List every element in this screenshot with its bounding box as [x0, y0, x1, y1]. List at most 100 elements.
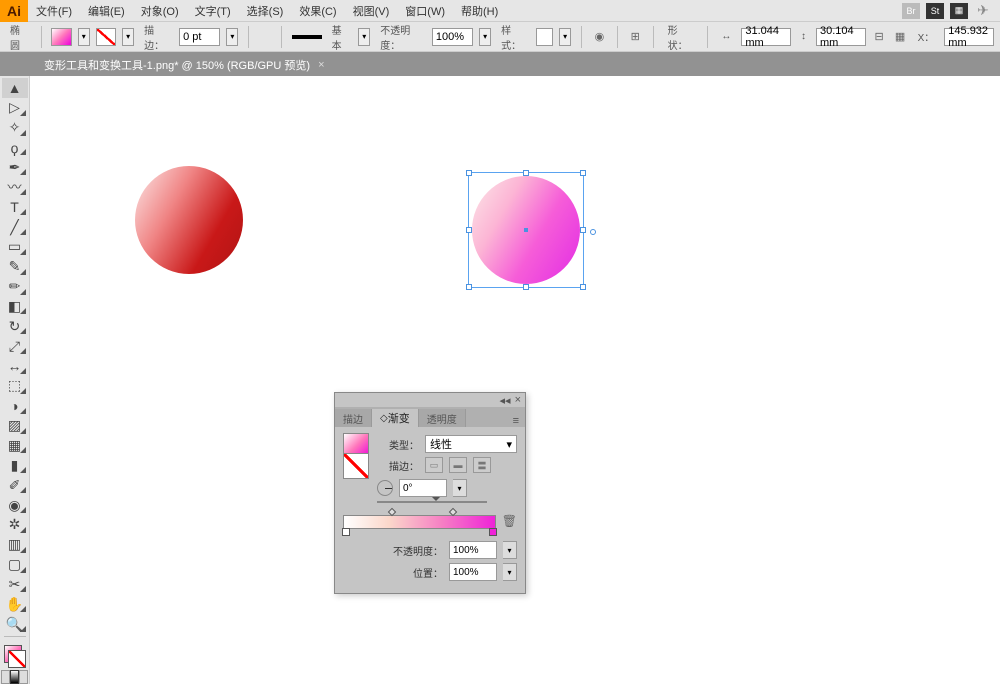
- menu-view[interactable]: 视图(V): [345, 3, 398, 19]
- line-tool[interactable]: ╱: [2, 217, 28, 237]
- document-tab[interactable]: 变形工具和变换工具-1.png* @ 150% (RGB/GPU 预览) ×: [34, 54, 335, 76]
- panel-tab-stroke[interactable]: 描边: [335, 409, 372, 427]
- panel-collapse-icon[interactable]: ◂◂: [500, 394, 511, 407]
- menu-effect[interactable]: 效果(C): [291, 3, 344, 19]
- lasso-tool[interactable]: ϙ: [2, 138, 28, 158]
- midpoint-diamond-2[interactable]: [448, 508, 456, 516]
- height-input[interactable]: 30.104 mm: [816, 28, 866, 46]
- corner-grid-icon[interactable]: ▦: [893, 28, 908, 46]
- x-input[interactable]: 145.932 mm: [944, 28, 994, 46]
- menu-window[interactable]: 窗口(W): [397, 3, 453, 19]
- panel-tab-transparency[interactable]: 透明度: [419, 409, 466, 427]
- blend-tool[interactable]: ◉: [2, 495, 28, 515]
- color-mode-btn[interactable]: [1, 670, 10, 684]
- panel-close-icon[interactable]: ×: [515, 394, 521, 406]
- menu-type[interactable]: 文字(T): [187, 3, 239, 19]
- slice-tool[interactable]: ✂: [2, 575, 28, 595]
- type-tool[interactable]: T: [2, 197, 28, 217]
- stock-icon[interactable]: St: [926, 3, 944, 19]
- red-circle-artwork[interactable]: [135, 166, 243, 274]
- scale-tool[interactable]: ⤢: [2, 336, 28, 356]
- selection-bounding-box[interactable]: [468, 172, 584, 288]
- menu-help[interactable]: 帮助(H): [453, 3, 506, 19]
- zoom-tool[interactable]: 🔍: [2, 614, 28, 634]
- none-mode-btn[interactable]: [19, 670, 28, 684]
- artboard-tool[interactable]: ▢: [2, 555, 28, 575]
- fill-swatch[interactable]: [51, 28, 71, 46]
- hand-tool[interactable]: ✋: [2, 594, 28, 614]
- stop-opacity-input[interactable]: 100%: [449, 541, 497, 559]
- gpu-icon[interactable]: ✈: [974, 3, 992, 19]
- direct-selection-tool[interactable]: ▷: [2, 98, 28, 118]
- eraser-tool[interactable]: ◧: [2, 297, 28, 317]
- document-tab-bar: 变形工具和变换工具-1.png* @ 150% (RGB/GPU 预览) ×: [0, 52, 1000, 76]
- recolor-icon[interactable]: ◉: [592, 28, 607, 46]
- menu-edit[interactable]: 编辑(E): [80, 3, 133, 19]
- gradient-annotator-end[interactable]: [590, 229, 596, 235]
- curvature-tool[interactable]: 〰: [2, 177, 28, 197]
- mesh-tool[interactable]: ▦: [2, 436, 28, 456]
- gradient-type-select[interactable]: 线性▾: [425, 435, 517, 453]
- gradient-mode-btn[interactable]: [10, 670, 19, 684]
- gradient-tool[interactable]: ▮: [2, 455, 28, 475]
- magic-wand-tool[interactable]: ✧: [2, 118, 28, 138]
- stroke-swatch[interactable]: [96, 28, 116, 46]
- paintbrush-tool[interactable]: ✎: [2, 257, 28, 277]
- stroke-along-btn[interactable]: ▬: [449, 457, 467, 473]
- panel-menu-icon[interactable]: ≡: [507, 415, 525, 427]
- rotate-tool[interactable]: ↻: [2, 316, 28, 336]
- eyedropper-tool[interactable]: ✐: [2, 475, 28, 495]
- gradient-ramp[interactable]: [343, 515, 496, 529]
- handle-tm[interactable]: [523, 170, 529, 176]
- graph-tool[interactable]: ▥: [2, 535, 28, 555]
- width-input[interactable]: 31.044 mm: [741, 28, 791, 46]
- menu-object[interactable]: 对象(O): [133, 3, 187, 19]
- angle-input[interactable]: 0°: [399, 479, 447, 497]
- brush-preview[interactable]: [292, 35, 322, 39]
- gradient-stroke-swatch-none[interactable]: [343, 453, 369, 479]
- handle-mr[interactable]: [580, 227, 586, 233]
- panel-tab-gradient[interactable]: ◇ 渐变: [372, 409, 419, 427]
- stroke-dd[interactable]: ▾: [122, 28, 134, 46]
- stroke-across-btn[interactable]: 〓: [473, 457, 491, 473]
- symbol-sprayer-tool[interactable]: ✲: [2, 515, 28, 535]
- stroke-within-btn[interactable]: ▭: [425, 457, 443, 473]
- width-tool[interactable]: ↔: [2, 356, 28, 376]
- midpoint-diamond-1[interactable]: [388, 508, 396, 516]
- handle-ml[interactable]: [466, 227, 472, 233]
- perspective-tool[interactable]: ▨: [2, 416, 28, 436]
- menu-file[interactable]: 文件(F): [28, 3, 80, 19]
- close-tab-icon[interactable]: ×: [318, 59, 324, 71]
- pencil-tool[interactable]: ✏: [2, 277, 28, 297]
- opacity-input[interactable]: 100%: [432, 28, 473, 46]
- align-icon[interactable]: ⊞: [628, 28, 643, 46]
- rectangle-tool[interactable]: ▭: [2, 237, 28, 257]
- shape-builder-tool[interactable]: ◑: [2, 396, 28, 416]
- delete-stop-icon[interactable]: 🗑: [496, 514, 517, 528]
- arrange-icon[interactable]: ▦: [950, 3, 968, 19]
- menu-select[interactable]: 选择(S): [239, 3, 292, 19]
- handle-br[interactable]: [580, 284, 586, 290]
- fill-stroke-swatches[interactable]: [2, 643, 28, 670]
- shape-btn-label[interactable]: 形状：: [664, 22, 697, 52]
- angle-dd[interactable]: ▾: [453, 479, 467, 497]
- aspect-slider[interactable]: [377, 501, 487, 503]
- handle-tr[interactable]: [580, 170, 586, 176]
- free-transform-tool[interactable]: ⬚: [2, 376, 28, 396]
- fill-dd[interactable]: ▾: [78, 28, 90, 46]
- handle-bm[interactable]: [523, 284, 529, 290]
- selection-tool[interactable]: ▲: [2, 78, 28, 98]
- center-point[interactable]: [524, 228, 528, 232]
- stop-position-input[interactable]: 100%: [449, 563, 497, 581]
- stroke-color-swatch[interactable]: [8, 650, 26, 668]
- handle-bl[interactable]: [466, 284, 472, 290]
- pen-tool[interactable]: ✒: [2, 157, 28, 177]
- style-swatch[interactable]: [536, 28, 553, 46]
- color-stop-left[interactable]: [342, 528, 350, 536]
- color-stop-right[interactable]: [489, 528, 497, 536]
- link-wh-icon[interactable]: ⊟: [872, 28, 887, 46]
- handle-tl[interactable]: [466, 170, 472, 176]
- stroke-weight-input[interactable]: 0 pt: [179, 28, 220, 46]
- bridge-icon[interactable]: Br: [902, 3, 920, 19]
- canvas[interactable]: ◂◂ × 描边 ◇ 渐变 透明度 ≡ 类型： 线性▾: [30, 76, 1000, 684]
